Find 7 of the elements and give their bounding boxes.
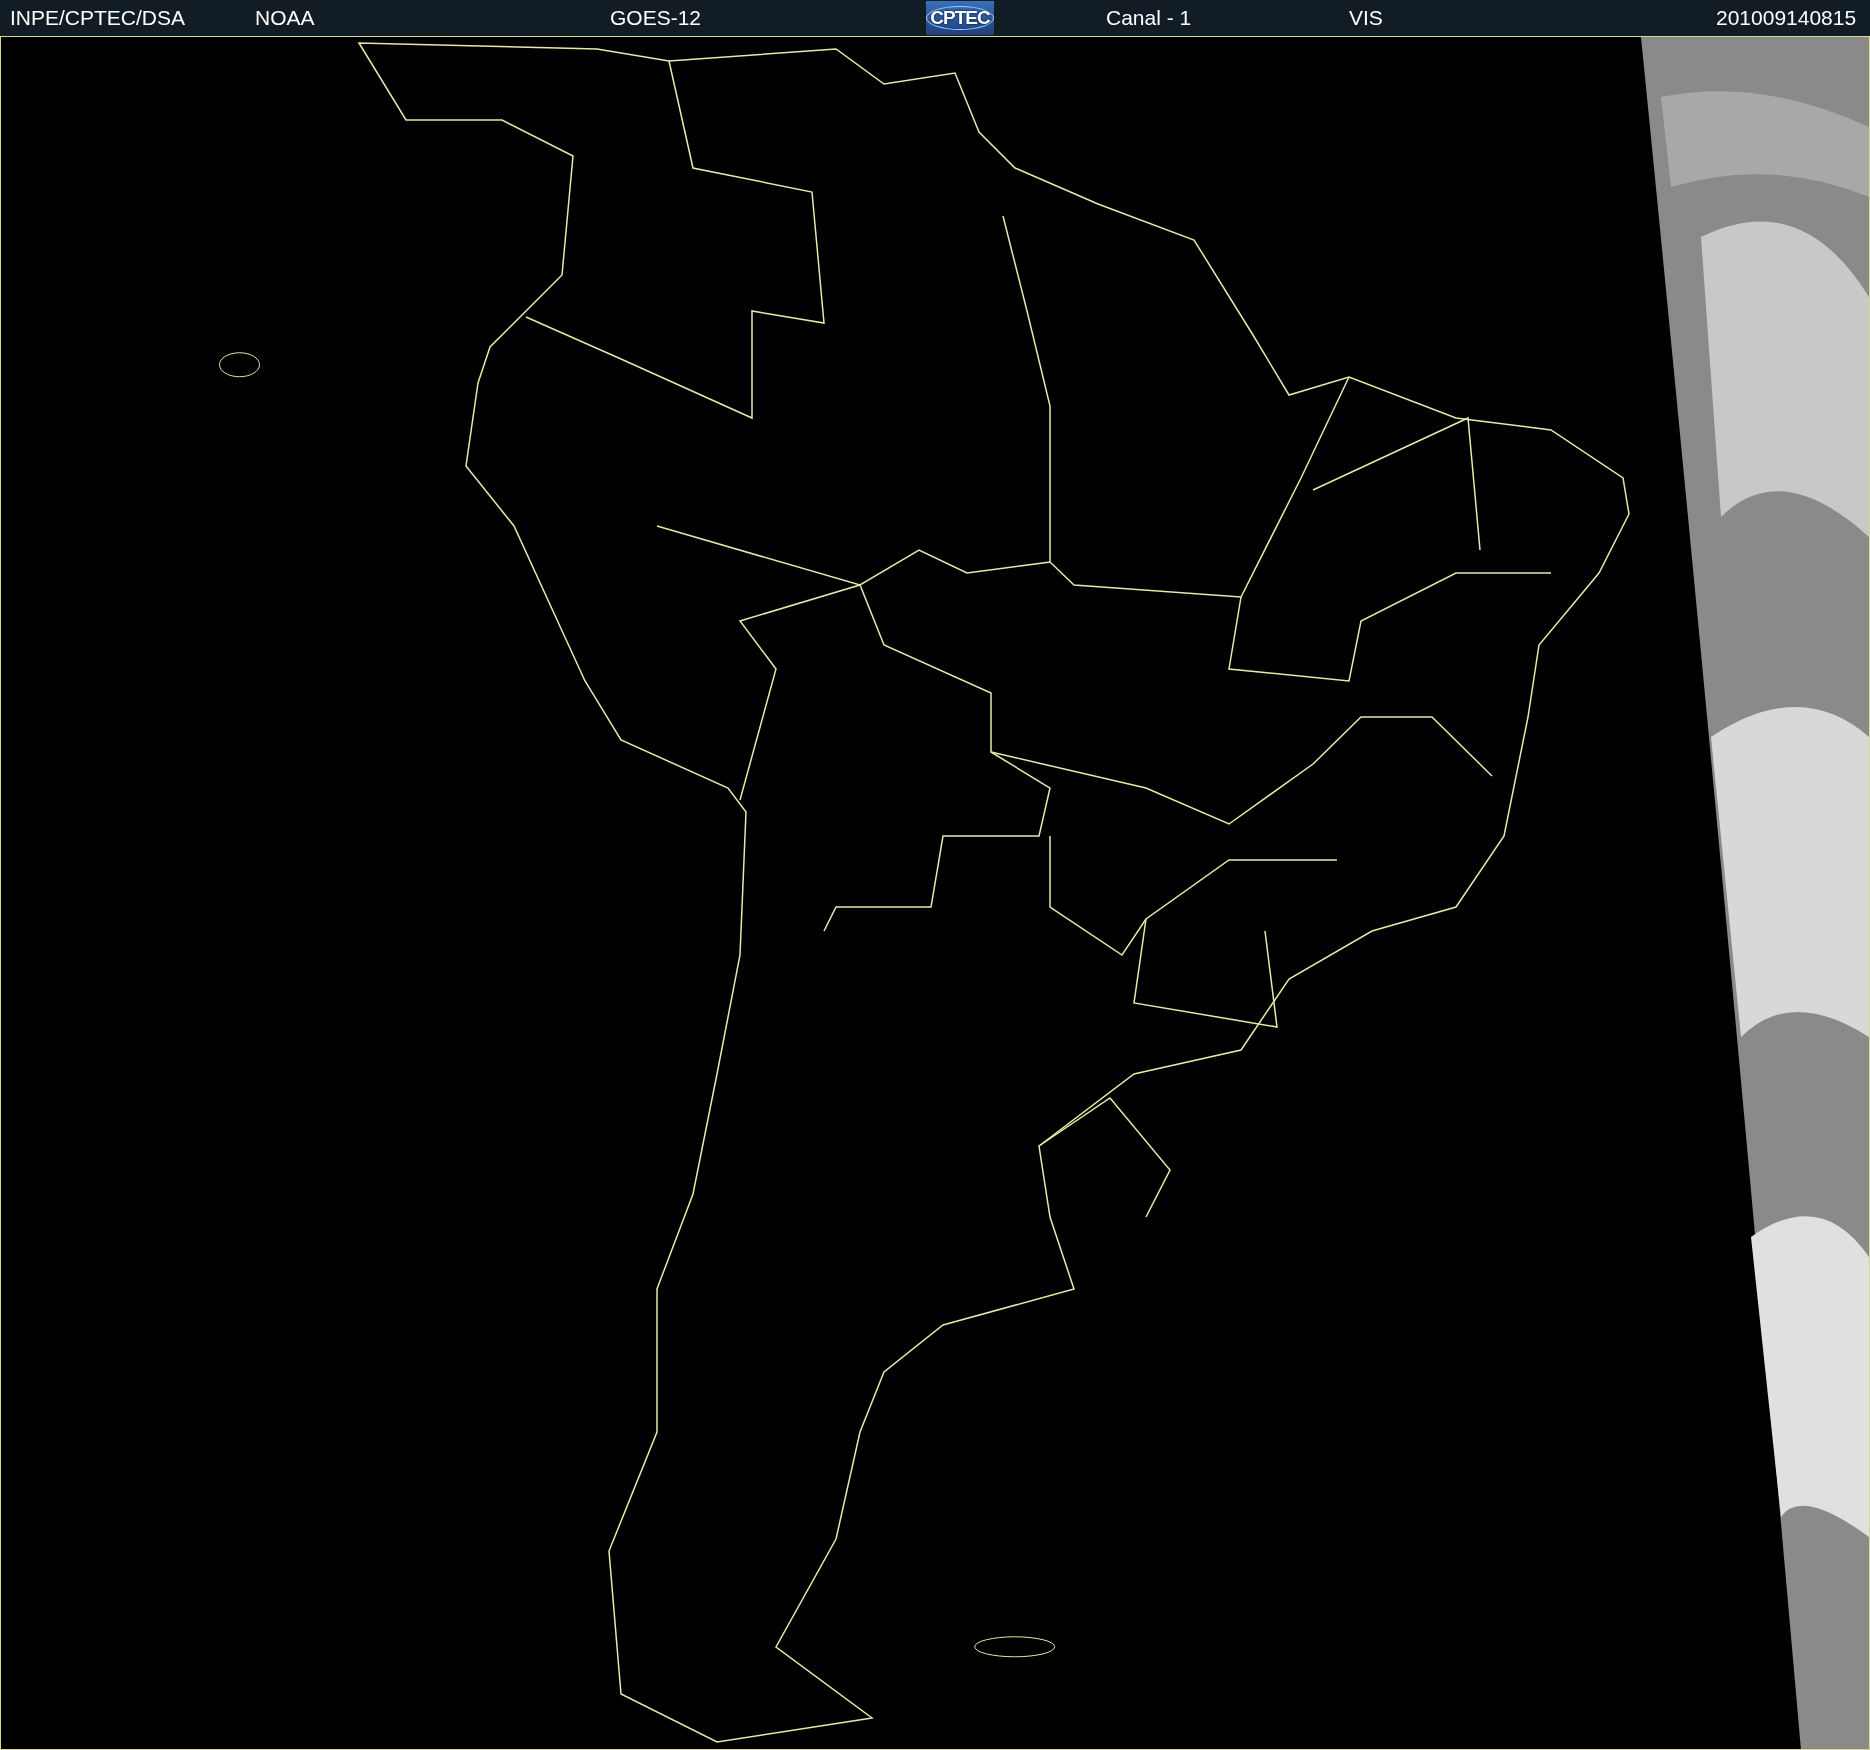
header-label: GOES-12	[610, 6, 702, 30]
cptec-logo: CPTEC	[926, 1, 994, 35]
header-label: Canal - 1	[1106, 6, 1192, 30]
header-label: NOAA	[255, 6, 315, 30]
header-label: INPE/CPTEC/DSA	[10, 6, 186, 30]
header-label: 201009140815	[1716, 6, 1857, 30]
header-label: VIS	[1349, 6, 1383, 30]
